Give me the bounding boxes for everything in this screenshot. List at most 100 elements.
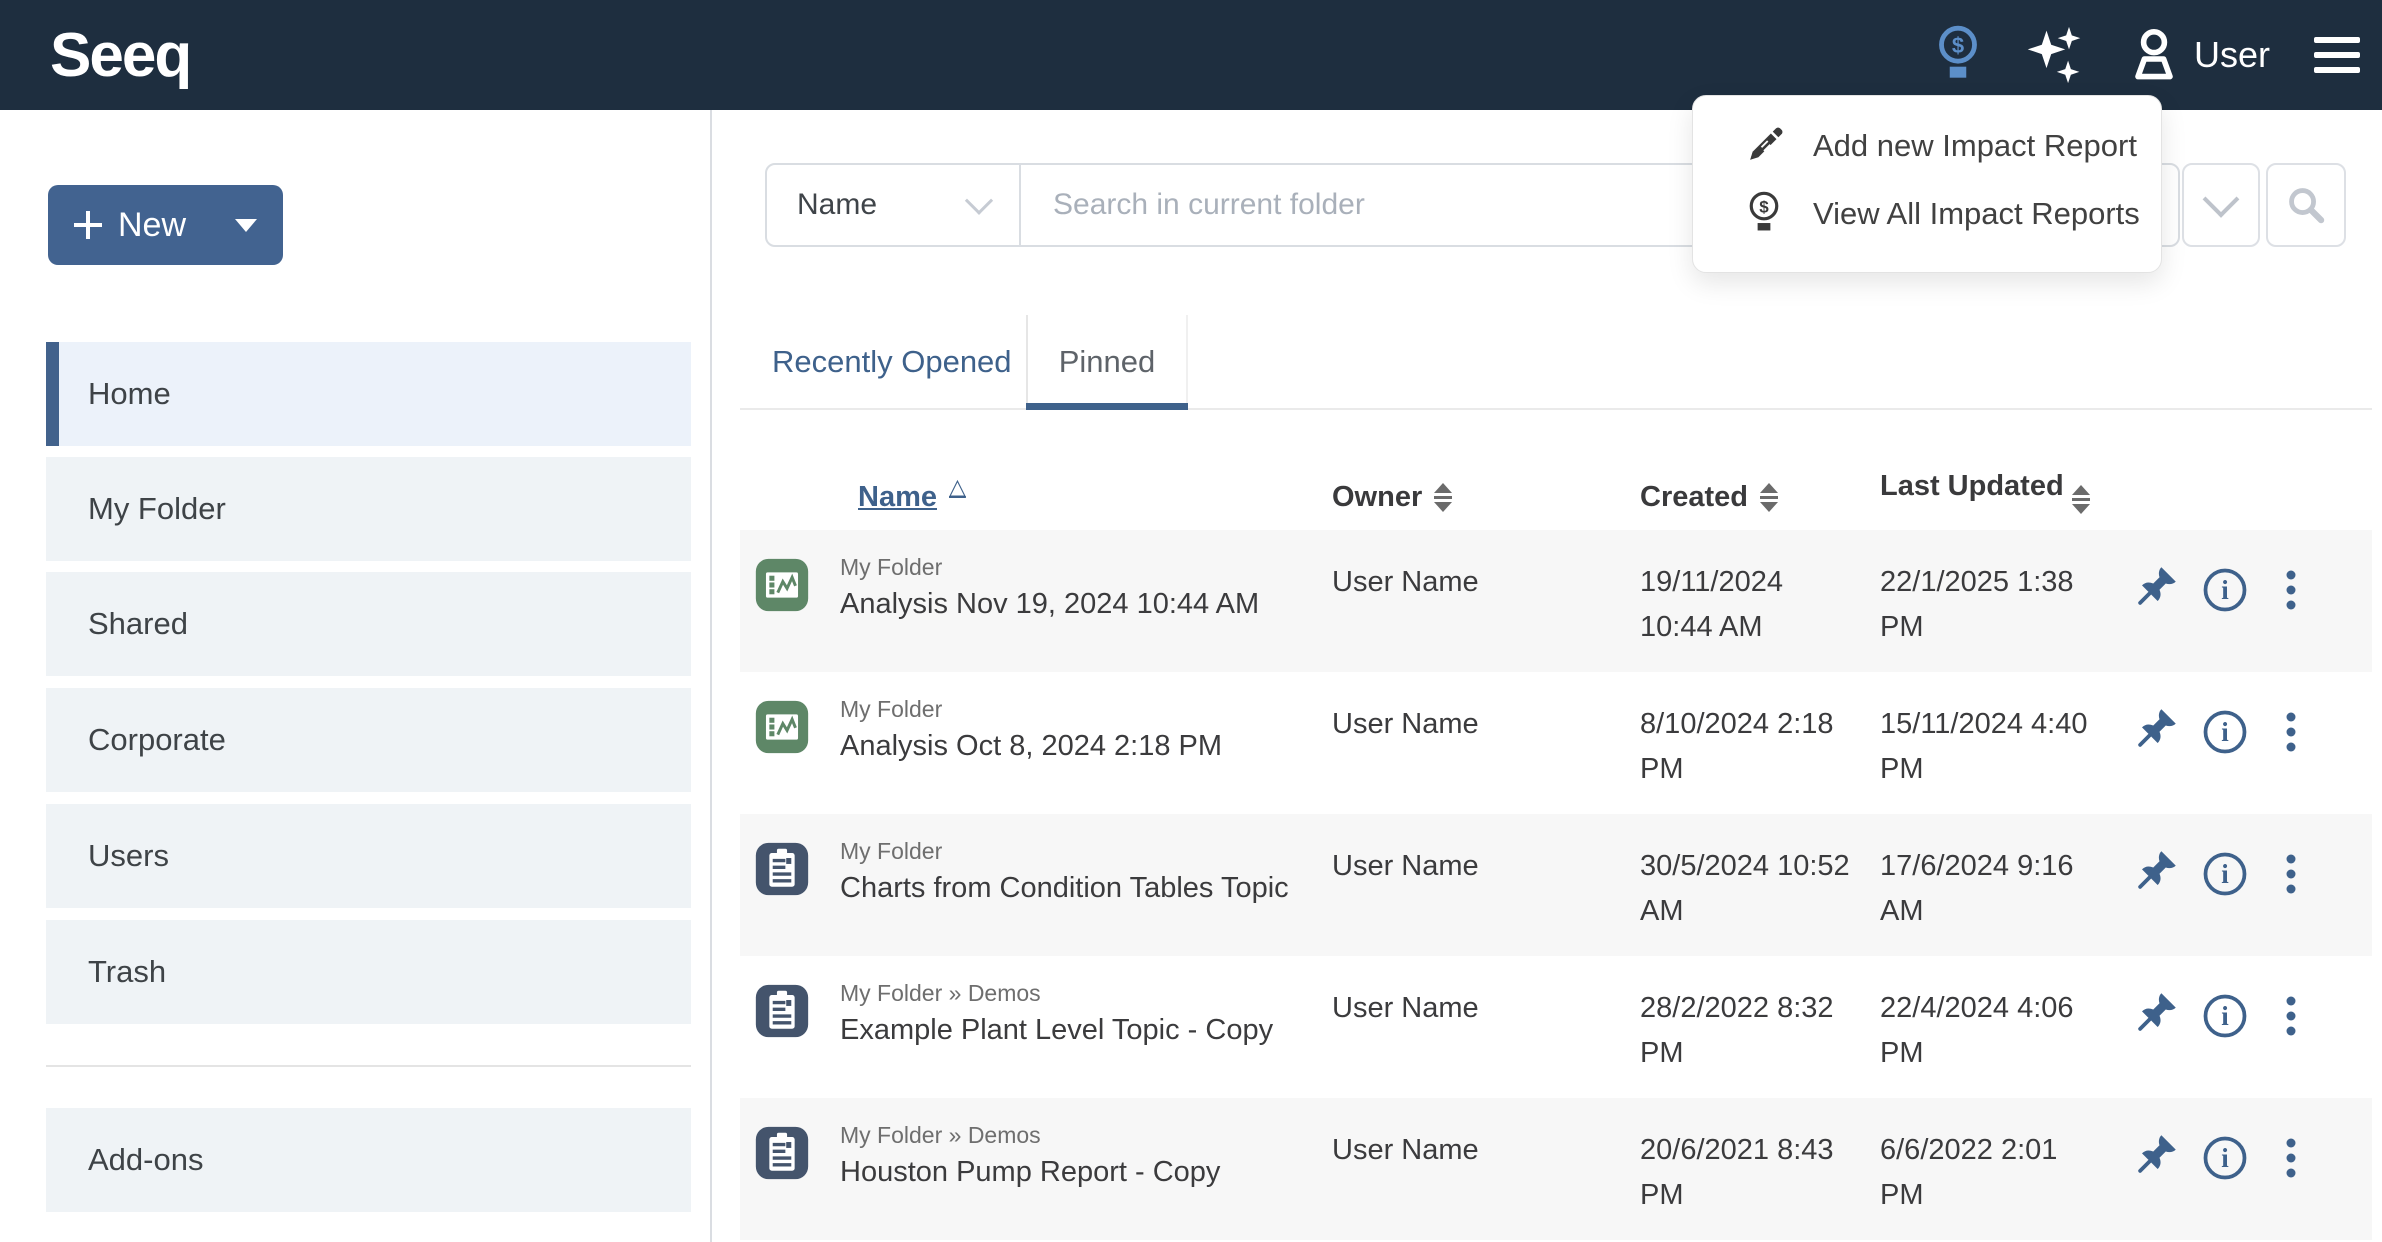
hamburger-menu-icon[interactable] [2314,37,2360,73]
new-button[interactable]: New [48,185,283,265]
sidebar-item-label: Users [88,838,169,874]
sidebar-item-label: My Folder [88,491,226,527]
tab-recently-opened[interactable]: Recently Opened [772,315,1012,408]
kebab-menu-icon[interactable] [2273,1134,2309,1182]
column-header-last-updated[interactable]: Last Updated [1880,470,2130,514]
created-cell: 20/6/2021 8:43 PM [1640,1120,1880,1218]
tab-pinned[interactable]: Pinned [1026,315,1188,408]
svg-text:i: i [2221,1143,2229,1173]
info-icon[interactable]: i [2201,850,2249,898]
item-name-block: My Folder Charts from Condition Tables T… [840,836,1310,934]
item-title-link[interactable]: Analysis Nov 19, 2024 10:44 AM [840,582,1310,626]
pencil-icon [1741,126,1787,166]
pin-icon[interactable] [2137,850,2177,890]
item-folder-path: My Folder [840,694,1310,724]
column-label: Name [858,481,937,514]
impact-report-lightbulb-icon[interactable]: $ [1936,24,1980,86]
item-folder-path: My Folder [840,552,1310,582]
updated-cell: 22/1/2025 1:38 PM [1880,552,2130,650]
item-name-block: My Folder » Demos Example Plant Level To… [840,978,1310,1076]
item-title-link[interactable]: Houston Pump Report - Copy [840,1150,1310,1194]
table-row: My Folder Charts from Condition Tables T… [740,814,2372,956]
chevron-down-icon [2203,181,2240,218]
sidebar-item-label: Add-ons [88,1142,203,1178]
sidebar-item-users[interactable]: Users [46,804,691,908]
menu-item-label: View All Impact Reports [1813,196,2140,232]
row-actions: i [2130,552,2372,650]
pin-icon[interactable] [2137,708,2177,748]
chevron-down-icon [235,219,257,232]
lightbulb-dollar-icon: $ [1741,190,1787,238]
user-menu[interactable]: User [2128,27,2270,83]
sidebar-item-home[interactable]: Home [46,342,691,446]
item-folder-path: My Folder » Demos [840,978,1310,1008]
analysis-icon [755,700,809,754]
item-title-link[interactable]: Example Plant Level Topic - Copy [840,1008,1310,1052]
sidebar-item-add-ons[interactable]: Add-ons [46,1108,691,1212]
pin-icon[interactable] [2137,1134,2177,1174]
created-cell: 28/2/2022 8:32 PM [1640,978,1880,1076]
ai-sparkles-icon[interactable] [2024,25,2084,85]
info-icon[interactable]: i [2201,992,2249,1040]
active-tab-indicator [1026,403,1188,410]
topic-icon [755,1126,809,1180]
menu-item-view-impact-reports[interactable]: $ View All Impact Reports [1693,180,2161,248]
column-label: Last Updated [1880,470,2064,502]
sidebar-item-my-folder[interactable]: My Folder [46,457,691,561]
kebab-menu-icon[interactable] [2273,850,2309,898]
kebab-menu-icon[interactable] [2273,566,2309,614]
sidebar-divider [46,1065,691,1067]
owner-cell: User Name [1332,1120,1640,1218]
pin-icon[interactable] [2137,992,2177,1032]
sidebar-item-label: Trash [88,954,166,990]
kebab-menu-icon[interactable] [2273,992,2309,1040]
sidebar-item-label: Shared [88,606,188,642]
svg-text:i: i [2221,859,2229,889]
item-name-block: My Folder Analysis Nov 19, 2024 10:44 AM [840,552,1310,650]
sidebar-item-shared[interactable]: Shared [46,572,691,676]
main-content: Name Recently Opened Pinned [714,110,2382,1242]
new-button-label: New [118,206,186,245]
sidebar-item-label: Corporate [88,722,226,758]
search-filter-select[interactable]: Name [767,165,1021,245]
info-icon[interactable]: i [2201,1134,2249,1182]
updated-cell: 15/11/2024 4:40 PM [1880,694,2130,792]
item-name-block: My Folder Analysis Oct 8, 2024 2:18 PM [840,694,1310,792]
user-icon [2128,27,2180,83]
svg-text:i: i [2221,1001,2229,1031]
table-row: My Folder Analysis Oct 8, 2024 2:18 PM U… [740,672,2372,814]
created-cell: 8/10/2024 2:18 PM [1640,694,1880,792]
search-options-button[interactable] [2182,163,2260,247]
impact-report-menu: Add new Impact Report $ View All Impact … [1692,95,2162,273]
item-title-link[interactable]: Analysis Oct 8, 2024 2:18 PM [840,724,1310,768]
topic-icon [755,842,809,896]
info-icon[interactable]: i [2201,708,2249,756]
sidebar-item-corporate[interactable]: Corporate [46,688,691,792]
seeq-home-screen: Seeq $ [0,0,2382,1242]
info-icon[interactable]: i [2201,566,2249,614]
column-header-name[interactable]: Name △ [740,481,1332,514]
kebab-menu-icon[interactable] [2273,708,2309,756]
column-header-created[interactable]: Created [1640,481,1880,514]
table-row: My Folder Analysis Nov 19, 2024 10:44 AM… [740,530,2372,672]
svg-text:i: i [2221,575,2229,605]
seeq-logo[interactable]: Seeq [50,0,190,110]
name-cell: My Folder » Demos Example Plant Level To… [740,978,1332,1076]
item-folder-path: My Folder » Demos [840,1120,1310,1150]
sort-icon [1760,483,1778,512]
sidebar-item-label: Home [88,376,171,412]
svg-text:$: $ [1952,33,1964,58]
svg-text:i: i [2221,717,2229,747]
menu-item-add-impact-report[interactable]: Add new Impact Report [1693,112,2161,180]
pin-icon[interactable] [2137,566,2177,606]
column-header-owner[interactable]: Owner [1332,481,1640,514]
pinned-items-table: Name △ Owner Created Last Updated [740,430,2372,1240]
navbar-actions: $ User [1936,0,2360,110]
content-tabs: Recently Opened Pinned [740,315,2372,410]
search-button[interactable] [2266,163,2346,247]
top-navbar: Seeq $ [0,0,2382,110]
sidebar-item-trash[interactable]: Trash [46,920,691,1024]
chevron-down-icon [965,187,993,215]
sort-ascending-icon: △ [949,474,966,500]
item-title-link[interactable]: Charts from Condition Tables Topic [840,866,1310,910]
